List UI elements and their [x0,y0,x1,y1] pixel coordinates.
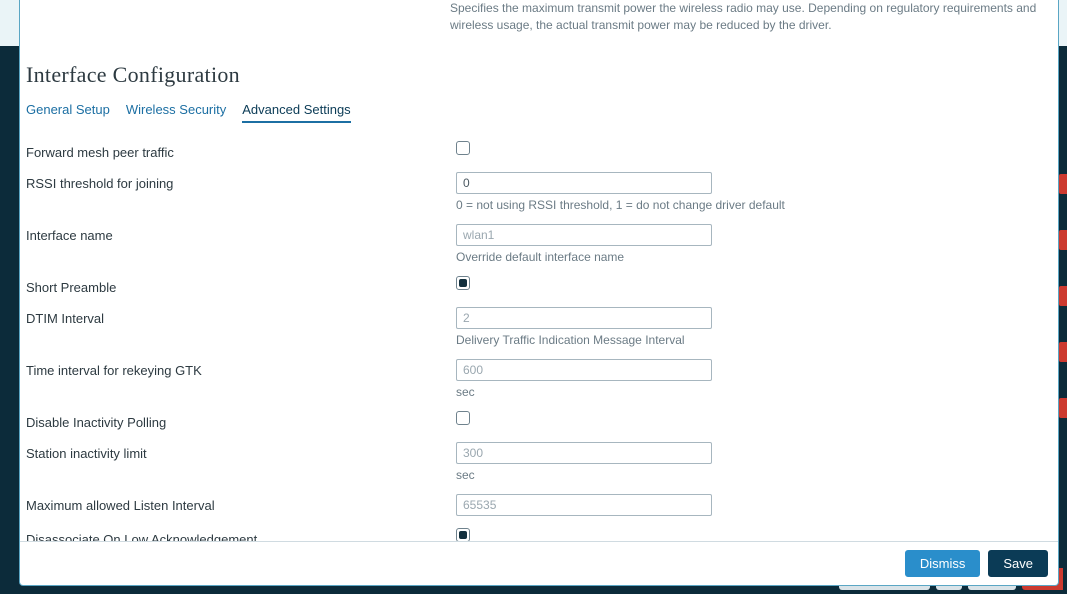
disable-inactivity-label: Disable Inactivity Polling [26,411,456,430]
forward-mesh-checkbox[interactable] [456,141,470,155]
disable-inactivity-checkbox[interactable] [456,411,470,425]
dismiss-button[interactable]: Dismiss [905,550,981,577]
station-inactivity-input[interactable] [456,442,712,464]
ifname-label: Interface name [26,224,456,243]
rekey-gtk-label: Time interval for rekeying GTK [26,359,456,378]
max-listen-label: Maximum allowed Listen Interval [26,494,456,513]
tab-general-setup[interactable]: General Setup [26,102,110,123]
tab-advanced-settings[interactable]: Advanced Settings [242,102,350,123]
tx-power-help-text: Specifies the maximum transmit power the… [20,0,1058,44]
ifname-input[interactable] [456,224,712,246]
disassoc-low-ack-label: Disassociate On Low Acknowledgement [26,528,456,541]
save-button[interactable]: Save [988,550,1048,577]
rekey-gtk-hint: sec [456,385,1052,399]
short-preamble-label: Short Preamble [26,276,456,295]
rssi-input[interactable] [456,172,712,194]
dtim-input[interactable] [456,307,712,329]
station-inactivity-label: Station inactivity limit [26,442,456,461]
disassoc-low-ack-checkbox[interactable] [456,528,470,541]
ifname-hint: Override default interface name [456,250,1052,264]
rssi-hint: 0 = not using RSSI threshold, 1 = do not… [456,198,1052,212]
rssi-label: RSSI threshold for joining [26,172,456,191]
station-inactivity-hint: sec [456,468,1052,482]
max-listen-input[interactable] [456,494,712,516]
rekey-gtk-input[interactable] [456,359,712,381]
short-preamble-checkbox[interactable] [456,276,470,290]
advanced-settings-form: Forward mesh peer traffic RSSI threshold… [20,131,1058,541]
modal-title: Interface Configuration [20,44,1058,102]
forward-mesh-label: Forward mesh peer traffic [26,141,456,160]
config-tabs: General Setup Wireless Security Advanced… [20,102,1058,131]
modal-footer: Dismiss Save [20,541,1058,585]
interface-config-modal: Specifies the maximum transmit power the… [19,0,1059,586]
tab-wireless-security[interactable]: Wireless Security [126,102,226,123]
dtim-label: DTIM Interval [26,307,456,326]
dtim-hint: Delivery Traffic Indication Message Inte… [456,333,1052,347]
